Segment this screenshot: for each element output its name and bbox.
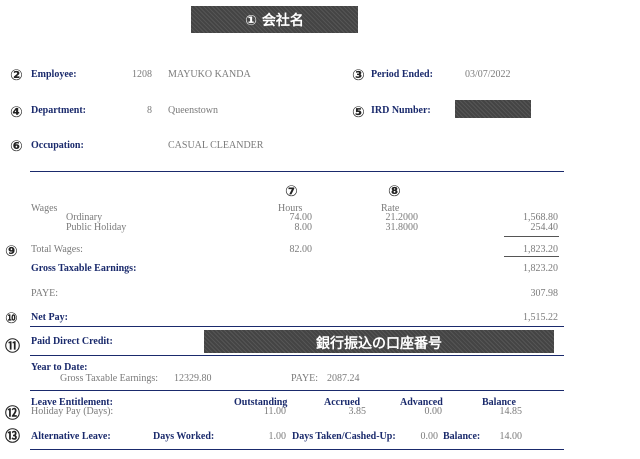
marker-4: ④ [10,103,23,121]
total-wages-hours: 82.00 [289,244,313,255]
employee-label: Employee: [31,69,77,80]
paid-direct-credit-label: Paid Direct Credit: [31,336,113,347]
days-taken-label: Days Taken/Cashed-Up: [292,431,396,442]
ird-number-label: IRD Number: [371,105,431,116]
bank-account-text: 銀行振込の口座番号 [316,336,442,352]
ird-number-redacted [455,100,531,118]
divider-2 [30,326,564,327]
earning-row-label: Public Holiday [66,222,127,233]
occupation-label: Occupation: [31,140,84,151]
marker-8: ⑧ [388,182,401,200]
divider-4 [30,390,564,391]
company-name: ① 会社名 [245,13,304,29]
employee-number: 1208 [132,69,152,80]
department-label: Department: [31,105,86,116]
ytd-paye-label: PAYE: [291,373,319,384]
holiday-balance: 14.85 [499,406,523,417]
marker-7: ⑦ [285,182,298,200]
holiday-accrued: 3.85 [348,406,367,417]
divider-1 [30,171,564,172]
alt-balance-value: 14.00 [499,431,523,442]
days-worked-value: 1.00 [268,431,287,442]
ytd-gross-label: Gross Taxable Earnings: [60,373,158,384]
days-worked-label: Days Worked: [153,431,215,442]
holiday-advanced: 0.00 [424,406,443,417]
earning-row-rate: 31.8000 [385,222,419,233]
marker-5: ⑤ [352,103,365,121]
wages-label: Wages [31,203,58,214]
period-ended-value: 03/07/2022 [465,69,511,80]
ytd-paye-value: 2087.24 [327,373,360,384]
year-to-date-label: Year to Date: [31,362,88,373]
holiday-outstanding: 11.00 [263,406,286,417]
divider-3 [30,355,564,356]
gross-taxable-label: Gross Taxable Earnings: [31,263,137,274]
marker-6: ⑥ [10,137,23,155]
divider-5 [30,449,564,450]
employee-name: MAYUKO KANDA [168,69,251,80]
total-rule [504,236,559,237]
gross-taxable-amount: 1,823.20 [523,263,558,274]
marker-13: ⑬ [5,427,21,445]
paye-amount: 307.98 [530,288,559,299]
marker-3: ③ [352,66,365,84]
net-pay-label: Net Pay: [31,312,68,323]
marker-10: ⑩ [5,309,18,327]
net-pay-amount: 1,515.22 [523,312,558,323]
earning-row-amount: 254.40 [530,222,559,233]
ytd-gross-value: 12329.80 [174,373,212,384]
paye-label: PAYE: [31,288,59,299]
occupation-value: CASUAL CLEANDER [168,140,264,151]
period-ended-label: Period Ended: [371,69,433,80]
marker-12: ⑫ [5,404,21,422]
department-name: Queenstown [168,105,218,116]
earning-row-hours: 8.00 [294,222,313,233]
total-wages-label: Total Wages: [31,244,83,255]
total-underline [504,256,559,257]
marker-11: ⑪ [5,337,21,355]
total-wages-amount: 1,823.20 [523,244,558,255]
marker-2: ② [10,66,23,84]
department-number: 8 [147,105,152,116]
marker-9: ⑨ [5,242,18,260]
holiday-pay-label: Holiday Pay (Days): [31,406,114,417]
alternative-leave-label: Alternative Leave: [31,431,111,442]
days-taken-value: 0.00 [420,431,439,442]
alt-balance-label: Balance: [443,431,481,442]
